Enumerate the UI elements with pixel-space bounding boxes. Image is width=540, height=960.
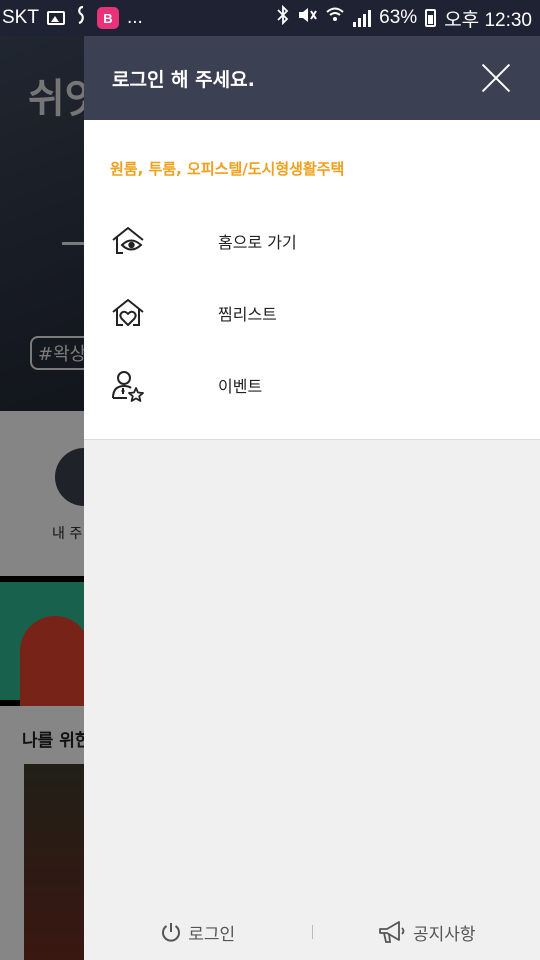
- menu-item-event[interactable]: 이벤트: [84, 349, 540, 421]
- battery-icon: [425, 9, 437, 27]
- user-star-icon: [112, 371, 144, 402]
- drawer-menu: 원룸, 투룸, 오피스텔/도시형생활주택 홈으로 가기 찜리스트 이벤트: [84, 120, 540, 440]
- home-eye-icon: [112, 227, 144, 254]
- notice-button[interactable]: 공지사항: [313, 919, 540, 945]
- app-notification-icon: B: [96, 7, 119, 29]
- menu-item-wishlist[interactable]: 찜리스트: [84, 277, 540, 349]
- more-notifications: ...: [126, 7, 143, 28]
- megaphone-icon: [379, 921, 405, 943]
- drawer-footer: 로그인 공지사항: [84, 904, 540, 960]
- clock: 오후 12:30: [444, 9, 532, 31]
- wifi-icon: [325, 6, 345, 30]
- notice-label: 공지사항: [412, 924, 476, 945]
- menu-item-label: 이벤트: [218, 377, 263, 396]
- status-right: 63% 오후 12:30: [277, 4, 532, 32]
- side-drawer: 로그인 해 주세요. 원룸, 투룸, 오피스텔/도시형생활주택 홈으로 가기 찜…: [84, 36, 540, 960]
- battery-percent: 63%: [379, 7, 418, 28]
- signal-icon: [353, 9, 372, 27]
- carrier-label: SKT: [2, 7, 39, 28]
- bluetooth-icon: [277, 4, 289, 31]
- link-notification-icon: [73, 5, 89, 31]
- login-label: 로그인: [188, 924, 236, 945]
- mute-icon: [297, 6, 318, 30]
- close-icon[interactable]: [480, 62, 512, 94]
- status-bar: SKT B ... 63% 오후 12:30: [0, 0, 540, 36]
- drawer-header: 로그인 해 주세요.: [84, 36, 540, 120]
- menu-category: 원룸, 투룸, 오피스텔/도시형생활주택: [110, 160, 345, 178]
- menu-item-label: 홈으로 가기: [218, 233, 297, 252]
- menu-item-home[interactable]: 홈으로 가기: [84, 205, 540, 277]
- status-left: SKT B ...: [2, 5, 143, 31]
- home-heart-icon: [112, 299, 144, 326]
- login-button[interactable]: 로그인: [84, 920, 312, 945]
- login-prompt-title[interactable]: 로그인 해 주세요.: [112, 65, 255, 92]
- menu-item-label: 찜리스트: [218, 305, 277, 324]
- power-icon: [162, 923, 181, 942]
- gallery-notification-icon: [46, 11, 65, 25]
